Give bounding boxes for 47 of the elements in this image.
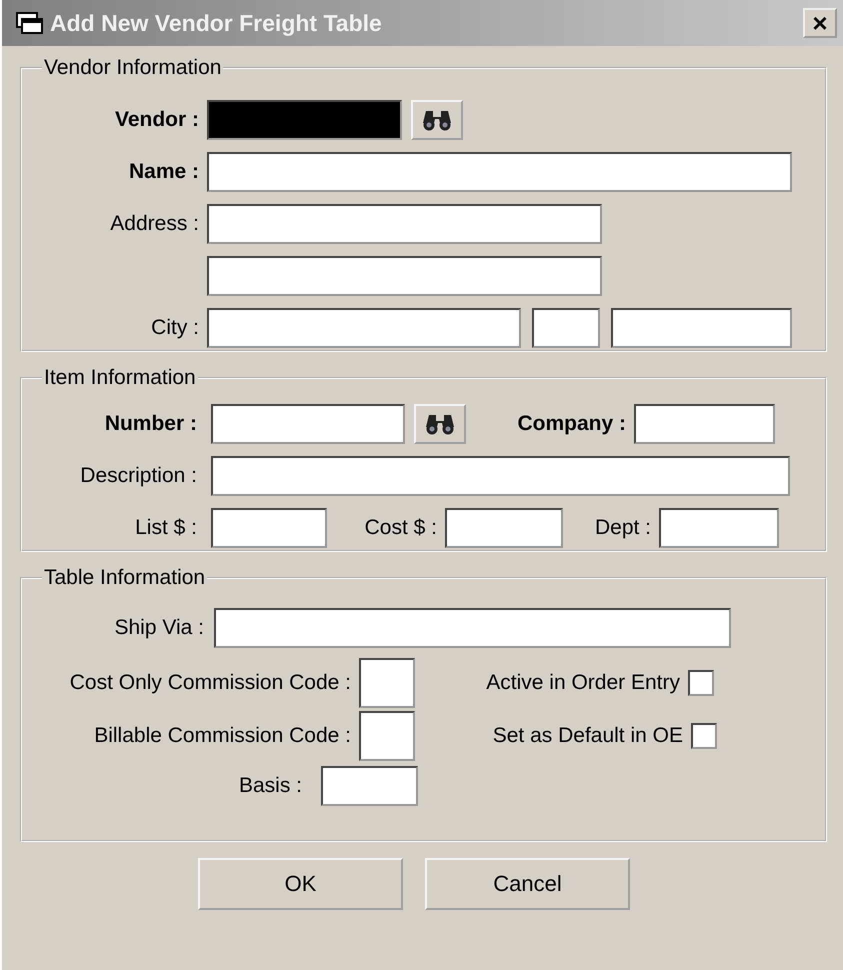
dept-field[interactable] [659,508,779,548]
field-label: Address : [109,212,200,236]
field-label: Basis : [238,774,303,798]
field-label: Company : [516,412,627,436]
field-label: Number : [104,412,198,436]
field-label: Vendor : [114,108,200,132]
vendor-field[interactable] [207,100,402,140]
zip-field[interactable] [611,308,792,348]
city-field[interactable] [207,308,521,348]
basis-field[interactable] [321,766,418,806]
name-field[interactable] [207,152,792,192]
group-title: Table Information [43,566,206,590]
field-label: Description : [79,464,198,488]
group-title: Vendor Information [43,56,222,80]
field-label: City : [150,316,200,340]
cancel-button[interactable]: Cancel [425,858,630,910]
find-button[interactable] [414,404,466,444]
checkbox-label: Set as Default in OE [492,724,684,748]
field-label: Name : [128,160,200,184]
number-field[interactable] [211,404,405,444]
ok-button[interactable]: OK [198,858,403,910]
address-field[interactable] [207,204,602,244]
field-label: Billable Commission Code : [93,724,352,748]
find-button[interactable] [411,100,463,140]
field-label: Cost $ : [364,516,438,540]
binoculars-icon [425,413,455,435]
group-title: Item Information [43,366,197,390]
description-field[interactable] [211,456,790,496]
field-label: List $ : [134,516,198,540]
window-title: Add New Vendor Freight Table [50,10,383,36]
checkbox[interactable] [691,723,717,749]
binoculars-icon [422,109,452,131]
checkbox-label: Active in Order Entry [485,671,681,695]
window-icon [16,11,44,35]
cost-field[interactable] [445,508,563,548]
state-field[interactable] [532,308,600,348]
ship-via-field[interactable] [214,608,731,648]
checkbox[interactable] [688,670,714,696]
billable-code-field[interactable] [359,711,415,761]
close-button[interactable]: × [803,8,837,38]
list-price-field[interactable] [211,508,327,548]
address-field[interactable] [207,256,602,296]
company-field[interactable] [634,404,775,444]
field-label: Dept : [594,516,652,540]
field-label: Cost Only Commission Code : [68,671,352,695]
field-label: Ship Via : [113,616,205,640]
cost-only-code-field[interactable] [359,658,415,708]
